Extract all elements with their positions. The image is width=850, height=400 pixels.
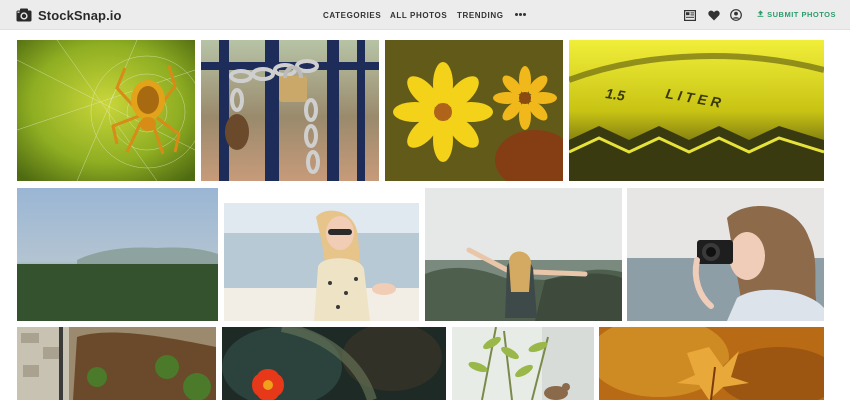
user-icon[interactable] <box>730 8 742 26</box>
nav-categories[interactable]: CATEGORIES <box>323 11 381 20</box>
brand-name: StockSnap.io <box>38 7 122 23</box>
photo-stone-wall-plants[interactable] <box>17 327 216 400</box>
more-dots-icon[interactable] <box>515 9 527 19</box>
submit-photos-label: SUBMIT PHOTOS <box>767 10 836 19</box>
top-navigation-bar: StockSnap.io CATEGORIES ALL PHOTOS TREND… <box>0 0 850 30</box>
upload-icon <box>757 10 764 19</box>
camera-icon <box>16 8 32 22</box>
photo-red-flower-blur[interactable] <box>222 327 446 400</box>
submit-photos-button[interactable]: SUBMIT PHOTOS <box>757 10 836 19</box>
photo-padlock-chain-gate[interactable] <box>201 40 379 181</box>
photo-woman-on-cliff[interactable] <box>425 188 622 321</box>
nav-trending[interactable]: TRENDING <box>457 11 504 20</box>
svg-text:1.5: 1.5 <box>605 85 627 104</box>
photo-woman-on-beach[interactable] <box>224 203 419 321</box>
photo-yellow-flowers[interactable] <box>385 40 563 181</box>
photo-bottle-label-macro[interactable]: 1.5 L I T E R <box>569 40 824 181</box>
brand-logo[interactable]: StockSnap.io <box>16 6 122 24</box>
heart-icon[interactable] <box>708 8 720 26</box>
photo-autumn-leaves[interactable] <box>599 327 824 400</box>
photo-woman-with-camera[interactable] <box>627 188 824 321</box>
id-card-icon[interactable] <box>684 8 697 26</box>
photo-foggy-field[interactable] <box>17 188 218 321</box>
photo-bird-among-plants[interactable] <box>452 327 594 400</box>
nav-all-photos[interactable]: ALL PHOTOS <box>390 11 447 20</box>
photo-spider-on-web[interactable] <box>17 40 195 181</box>
